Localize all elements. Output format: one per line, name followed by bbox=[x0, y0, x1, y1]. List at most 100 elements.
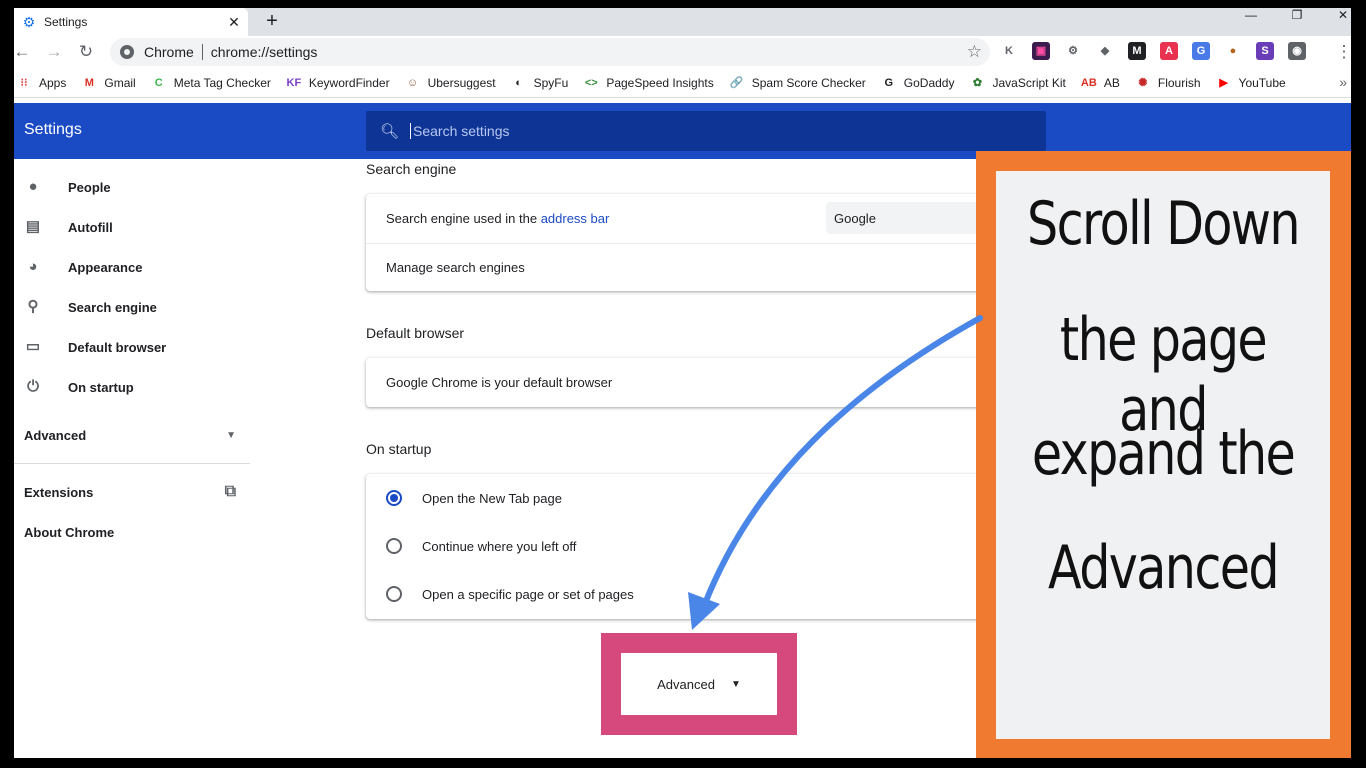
ext-frame-icon[interactable]: ▣ bbox=[1032, 42, 1050, 60]
sidebar-item-label: On startup bbox=[68, 379, 134, 395]
new-tab-button[interactable]: + bbox=[260, 10, 284, 34]
radio-checked[interactable] bbox=[386, 490, 402, 506]
omnibox-divider bbox=[201, 44, 203, 60]
radio-unchecked[interactable] bbox=[386, 538, 402, 554]
bookmark-star-icon[interactable]: ☆ bbox=[967, 42, 982, 62]
ext-cog-icon[interactable]: ⚙ bbox=[1064, 42, 1082, 60]
sidebar-item-extensions[interactable]: Extensions ⧉ bbox=[24, 472, 236, 512]
startup-option-continue[interactable]: Continue where you left off bbox=[366, 522, 1046, 570]
search-input[interactable] bbox=[410, 123, 970, 139]
bookmark-label: PageSpeed Insights bbox=[606, 75, 714, 90]
instruction-callout: Scroll Down the page and expand the Adva… bbox=[976, 151, 1351, 758]
url-text[interactable]: chrome://settings bbox=[211, 44, 318, 60]
search-engine-selected: Google bbox=[834, 210, 876, 226]
close-tab-icon[interactable]: ✕ bbox=[226, 14, 242, 30]
sidebar-item-autofill[interactable]: ▤ Autofill bbox=[24, 207, 250, 247]
search-icon: ⚲ bbox=[27, 298, 39, 315]
bookmark-label: SpyFu bbox=[533, 75, 569, 90]
sidebar-advanced-label: Advanced bbox=[24, 427, 87, 443]
instruction-line: Scroll Down bbox=[1027, 189, 1301, 259]
sidebar-item-on-startup[interactable]: ⏻ On startup bbox=[24, 367, 250, 407]
bookmark-label: JavaScript Kit bbox=[992, 75, 1066, 90]
pagespeed-icon: <> bbox=[584, 76, 598, 89]
maximize-button[interactable]: ❐ bbox=[1286, 8, 1308, 26]
ext-m-icon[interactable]: M bbox=[1128, 42, 1146, 60]
ext-translate-icon[interactable]: G bbox=[1192, 42, 1210, 60]
tab-title: Settings bbox=[44, 15, 88, 29]
bookmark-javascript-kit[interactable]: ✿ JavaScript Kit bbox=[969, 75, 1066, 91]
bookmark-flourish[interactable]: ✺ Flourish bbox=[1135, 75, 1201, 91]
bookmark-spyfu[interactable]: ◐ SpyFu bbox=[511, 75, 569, 91]
back-icon[interactable]: ← bbox=[14, 40, 34, 64]
advanced-button[interactable]: Advanced ▼ bbox=[621, 653, 777, 715]
sidebar-extensions-label: Extensions bbox=[24, 484, 94, 500]
close-window-button[interactable]: ✕ bbox=[1332, 8, 1351, 26]
search-engine-used-label: Search engine used in the address bar bbox=[386, 211, 609, 226]
person-icon: ● bbox=[28, 178, 38, 195]
bookmark-label: Flourish bbox=[1157, 75, 1201, 90]
sidebar-item-default-browser[interactable]: ▭ Default browser bbox=[24, 327, 250, 367]
minimize-button[interactable]: — bbox=[1240, 8, 1262, 26]
sidebar-item-label: Appearance bbox=[68, 259, 143, 275]
radio-unchecked[interactable] bbox=[386, 586, 402, 602]
bookmark-label: GoDaddy bbox=[903, 75, 955, 90]
youtube-icon: ▶ bbox=[1219, 76, 1228, 89]
advanced-highlight-box: Advanced ▼ bbox=[601, 633, 797, 735]
apps-grid-icon: ⁝⁝ bbox=[20, 76, 28, 89]
bookmark-label: Spam Score Checker bbox=[751, 75, 866, 90]
sidebar-item-search-engine[interactable]: ⚲ Search engine bbox=[24, 287, 250, 327]
bookmark-ubersuggest[interactable]: ☺ Ubersuggest bbox=[405, 75, 496, 91]
ext-k-icon[interactable]: K bbox=[1000, 42, 1018, 60]
forward-icon[interactable]: → bbox=[42, 40, 66, 64]
spyfu-icon: ◐ bbox=[515, 76, 522, 89]
bookmark-gmail[interactable]: M Gmail bbox=[81, 75, 136, 91]
bookmark-label: YouTube bbox=[1238, 75, 1286, 90]
ext-puzzle-icon[interactable]: ◆ bbox=[1096, 42, 1114, 60]
bookmark-spam-score-checker[interactable]: 🔗 Spam Score Checker bbox=[729, 75, 866, 91]
more-bookmarks-icon[interactable]: » bbox=[1339, 74, 1347, 90]
manage-search-engines-row[interactable]: Manage search engines bbox=[366, 243, 1046, 291]
address-bar[interactable]: Chrome chrome://settings ☆ bbox=[110, 38, 990, 66]
sidebar-item-advanced[interactable]: Advanced ▼ bbox=[24, 415, 236, 455]
search-box[interactable]: 🔍︎ bbox=[366, 111, 1046, 151]
bookmark-label: Gmail bbox=[104, 75, 136, 90]
flourish-icon: ✺ bbox=[1138, 76, 1148, 89]
sidebar: ● People ▤ Autofill ◕ Appearance ⚲ Searc… bbox=[14, 159, 250, 758]
bookmark-apps[interactable]: ⁝⁝ Apps bbox=[16, 75, 67, 91]
sidebar-item-label: People bbox=[68, 179, 111, 195]
reload-icon[interactable]: ↻ bbox=[74, 40, 98, 64]
spam-score-icon: 🔗 bbox=[729, 76, 744, 89]
browser-window: ⚙ Settings ✕ + — ❐ ✕ ← → ↻ Chrome chrome… bbox=[14, 8, 1351, 758]
startup-option-specific-pages[interactable]: Open a specific page or set of pages bbox=[366, 570, 1046, 618]
ext-a-icon[interactable]: A bbox=[1160, 42, 1178, 60]
profile-avatar-icon[interactable]: ◉ bbox=[1288, 42, 1306, 60]
bookmark-godaddy[interactable]: G GoDaddy bbox=[881, 75, 955, 91]
menu-icon[interactable]: ⋮ bbox=[1332, 40, 1352, 64]
ext-s-icon[interactable]: S bbox=[1256, 42, 1274, 60]
sidebar-item-label: Autofill bbox=[68, 219, 113, 235]
bookmark-ab[interactable]: AB AB bbox=[1081, 75, 1120, 91]
ubersuggest-icon: ☺ bbox=[406, 76, 419, 89]
meta-tag-icon: C bbox=[154, 76, 163, 89]
sidebar-item-appearance[interactable]: ◕ Appearance bbox=[24, 247, 250, 287]
address-bar-link[interactable]: address bar bbox=[541, 211, 610, 226]
bookmark-youtube[interactable]: ▶ YouTube bbox=[1216, 75, 1286, 91]
gmail-icon: M bbox=[84, 76, 94, 89]
startup-option-new-tab[interactable]: Open the New Tab page bbox=[366, 474, 1046, 522]
search-engine-section-title: Search engine bbox=[366, 161, 457, 177]
chrome-icon bbox=[120, 45, 134, 59]
ext-cookie-icon[interactable]: ● bbox=[1224, 42, 1242, 60]
bookmark-keywordfinder[interactable]: KF KeywordFinder bbox=[286, 75, 390, 91]
default-browser-card: Google Chrome is your default browser bbox=[366, 358, 1046, 407]
bookmark-meta-tag-checker[interactable]: C Meta Tag Checker bbox=[151, 75, 271, 91]
gear-icon: ⚙ bbox=[22, 14, 36, 30]
tab-settings[interactable]: ⚙ Settings ✕ bbox=[14, 8, 248, 36]
keywordfinder-icon: KF bbox=[286, 76, 302, 89]
bookmark-pagespeed-insights[interactable]: <> PageSpeed Insights bbox=[583, 75, 714, 91]
instruction-panel: Scroll Down the page and expand the Adva… bbox=[996, 171, 1330, 739]
godaddy-icon: G bbox=[884, 76, 894, 89]
browser-window-icon: ▭ bbox=[25, 338, 41, 355]
ab-icon: AB bbox=[1080, 76, 1097, 89]
sidebar-item-people[interactable]: ● People bbox=[24, 167, 250, 207]
sidebar-item-about-chrome[interactable]: About Chrome bbox=[24, 512, 250, 552]
